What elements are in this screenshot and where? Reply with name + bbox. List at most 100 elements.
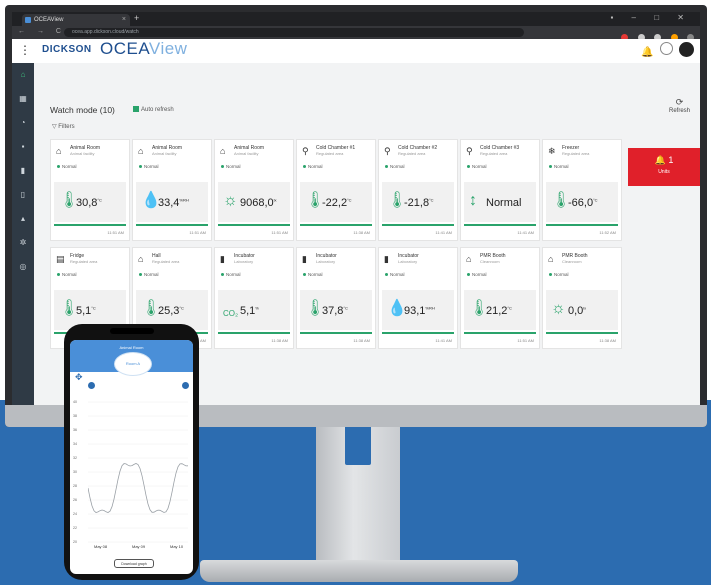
- home-icon[interactable]: ⌂: [19, 71, 27, 79]
- sensor-card[interactable]: ⌂ Animal Room Animal facility Normal 🌡 3…: [50, 139, 130, 241]
- settings-icon[interactable]: ✲: [19, 239, 27, 247]
- reading-time: 11:51 AM: [189, 230, 206, 235]
- reading-value: -22,2°C: [322, 197, 352, 209]
- alarm-bell-icon[interactable]: 🔔: [641, 47, 653, 59]
- grid-icon[interactable]: ▦: [19, 95, 27, 103]
- phone-screen: Animal Room Room A ✥ 40 38 36 34 32 30 28 26 24 2…: [70, 340, 193, 574]
- probe-icon: ⚲: [466, 146, 473, 156]
- device-icon[interactable]: ▯: [19, 191, 27, 199]
- reading-value: -66,0°C: [568, 197, 598, 209]
- status-bar: [218, 332, 290, 334]
- incubator-icon: ▮: [384, 254, 389, 264]
- y-tick-label: 38: [73, 414, 77, 418]
- sensor-card[interactable]: ⌂ Animal Room Animal facility Normal 💧 3…: [132, 139, 212, 241]
- status-bar: [300, 332, 372, 334]
- filters-toggle[interactable]: ▽ Filters: [52, 123, 75, 130]
- chart-icon[interactable]: ▪: [19, 143, 27, 151]
- sensor-card[interactable]: ⌂ PMR Booth Cleanroom Normal ☼ 0,0lx 11:…: [542, 247, 622, 349]
- sensor-card[interactable]: ⚲ Cold Chamber #1 Regulated area Normal …: [296, 139, 376, 241]
- sensor-card[interactable]: ⚲ Cold Chamber #3 Regulated area Normal …: [460, 139, 540, 241]
- sensor-card[interactable]: ❄ Freezer Regulated area Normal 🌡 -66,0°…: [542, 139, 622, 241]
- sidebar: ⌂ ▦ ◔ ▪ ▮ ▯ ▴ ✲ ◎: [12, 63, 34, 405]
- sensor-location: Regulated area: [562, 151, 590, 156]
- sensor-location: Animal facility: [152, 151, 177, 156]
- reading-value: 5,1°C: [76, 305, 96, 317]
- status-badge: Normal: [57, 164, 77, 169]
- reading-time: 11:38 AM: [599, 338, 616, 343]
- auto-refresh-checkbox[interactable]: Auto refresh: [133, 106, 174, 113]
- url-field[interactable]: ocea.app.dickson.cloud/watch: [64, 28, 524, 37]
- report-icon[interactable]: ▴: [19, 215, 27, 223]
- bell-nav-icon[interactable]: ◔: [19, 119, 27, 127]
- co2-icon: CO₂: [223, 309, 239, 318]
- y-tick-label: 28: [73, 484, 77, 488]
- close-tab-icon[interactable]: ×: [122, 14, 126, 26]
- reading-time: 11:38 AM: [271, 338, 288, 343]
- sensor-location: Regulated area: [70, 259, 98, 264]
- fridge-icon: ▤: [56, 254, 65, 264]
- move-icon[interactable]: ✥: [75, 372, 83, 383]
- menu-icon[interactable]: ⋮: [19, 43, 31, 57]
- nav-buttons[interactable]: ← → C: [18, 28, 66, 35]
- app-header: ⋮ DICKSON OCEAView 🔔: [12, 39, 700, 64]
- house-icon: ⌂: [220, 146, 226, 156]
- x-tick-label: May 10: [170, 544, 184, 549]
- reading-value: 5,1%: [240, 305, 259, 317]
- sensor-location: Laboratory: [316, 259, 336, 264]
- tab-title: OCEAView: [34, 17, 64, 23]
- reading-time: 11:38 AM: [353, 338, 370, 343]
- incubator-icon: ▮: [220, 254, 225, 264]
- sensor-card[interactable]: ⚲ Cold Chamber #2 Regulated area Normal …: [378, 139, 458, 241]
- browser-tab-bar: OCEAView × + ▪ – □ ✕: [12, 12, 700, 26]
- status-badge: Normal: [549, 272, 569, 277]
- reading-value: 30,8°C: [76, 197, 102, 209]
- house-icon: ⌂: [138, 254, 144, 264]
- favicon-icon: [25, 17, 31, 23]
- sensor-location: Regulated area: [316, 151, 344, 156]
- sensor-card[interactable]: ▮ Incubator Laboratory Normal 🌡 37,8°C 1…: [296, 247, 376, 349]
- page-title: Watch mode (10): [50, 105, 115, 115]
- y-tick-label: 24: [73, 512, 77, 516]
- stand-cable-slot: [345, 425, 371, 465]
- monitor-base: [200, 560, 518, 582]
- window-controls[interactable]: ▪ – □ ✕: [611, 13, 693, 22]
- brand-logo: DICKSON: [42, 44, 92, 55]
- new-tab-button[interactable]: +: [134, 13, 139, 23]
- range-handle-right[interactable]: [182, 382, 189, 389]
- header-icons: 🔔: [641, 42, 694, 60]
- sensor-card[interactable]: ▮ Incubator Laboratory Normal CO₂ 5,1% 1…: [214, 247, 294, 349]
- sensor-location: Laboratory: [398, 259, 418, 264]
- y-tick-label: 32: [73, 456, 77, 460]
- status-bar: [464, 332, 536, 334]
- house-icon: ⌂: [56, 146, 62, 156]
- sensor-card[interactable]: ⌂ PMR Booth Cleanroom Normal 🌡 21,2°C 11…: [460, 247, 540, 349]
- reading-value: Normal: [486, 197, 522, 209]
- status-ring-icon[interactable]: [659, 42, 673, 55]
- reading-time: 11:41 AM: [435, 338, 452, 343]
- probe-icon: ⚲: [384, 146, 391, 156]
- user-avatar[interactable]: [679, 42, 694, 57]
- reading-time: 11:38 AM: [353, 230, 370, 235]
- y-tick-label: 26: [73, 498, 77, 502]
- house-icon: ⌂: [466, 254, 472, 264]
- reading-time: 11:51 AM: [517, 338, 534, 343]
- light-icon: ☼: [551, 300, 566, 317]
- status-badge: Normal: [221, 164, 241, 169]
- help-icon[interactable]: ◎: [19, 263, 27, 271]
- phone-location-bubble[interactable]: Room A: [114, 352, 152, 376]
- alarm-units-badge[interactable]: 🔔 1 Units: [628, 148, 700, 186]
- reading-value: 25,3°C: [158, 305, 184, 317]
- sensor-card[interactable]: ⌂ Animal Room Animal facility Normal ☼ 9…: [214, 139, 294, 241]
- sensor-card[interactable]: ▮ Incubator Laboratory Normal 💧 93,1%RH …: [378, 247, 458, 349]
- y-tick-label: 20: [73, 540, 77, 544]
- browser-tab[interactable]: OCEAView ×: [22, 14, 130, 26]
- range-handle-left[interactable]: [88, 382, 95, 389]
- sensor-location: Animal facility: [234, 151, 259, 156]
- refresh-button[interactable]: ⟳ Refresh: [669, 97, 690, 114]
- product-logo: OCEAView: [100, 39, 188, 58]
- x-tick-label: May 08: [94, 544, 108, 549]
- download-graph-button[interactable]: Download graph: [114, 559, 154, 568]
- thermometer-nav-icon[interactable]: ▮: [19, 167, 27, 175]
- reading-time: 11:51 AM: [107, 230, 124, 235]
- house-icon: ⌂: [138, 146, 144, 156]
